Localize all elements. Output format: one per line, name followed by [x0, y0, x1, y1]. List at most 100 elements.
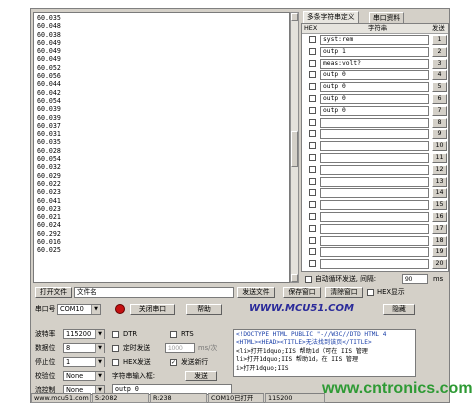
hex-checkbox[interactable] — [309, 236, 316, 244]
string-input-cell[interactable] — [320, 153, 429, 163]
chevron-down-icon: ▼ — [95, 344, 104, 353]
hex-checkbox[interactable] — [309, 106, 316, 114]
hex-checkbox[interactable] — [309, 154, 316, 161]
timed-send-checkbox[interactable] — [112, 345, 119, 352]
send-row-button[interactable]: 4 — [432, 70, 447, 81]
hex-checkbox[interactable] — [309, 118, 316, 126]
log-line: 60.025 — [37, 246, 61, 255]
timed-interval-input[interactable]: 1000 — [165, 343, 195, 353]
log-line: 60.054 — [37, 155, 61, 164]
send-row-button[interactable]: 14 — [432, 188, 447, 199]
send-row-button[interactable]: 2 — [432, 46, 447, 57]
send-button[interactable]: 发送 — [185, 371, 217, 381]
help-button[interactable]: 帮助 — [186, 304, 222, 315]
data-bits-label: 数据位 — [35, 344, 56, 352]
hex-checkbox[interactable] — [309, 177, 316, 185]
scroll-up-button[interactable] — [291, 13, 298, 21]
hex-checkbox[interactable] — [309, 224, 316, 232]
string-input-cell[interactable]: outp 0 — [320, 82, 429, 93]
string-input-cell[interactable] — [320, 259, 429, 270]
string-input-cell[interactable] — [320, 117, 429, 128]
send-row-button[interactable]: 11 — [432, 153, 447, 163]
scroll-down-button[interactable] — [291, 274, 298, 282]
send-row-button[interactable]: 20 — [432, 259, 447, 270]
send-file-button[interactable]: 发送文件 — [237, 287, 275, 298]
close-port-button[interactable]: 关闭串口 — [130, 304, 175, 315]
string-input-cell[interactable]: syst:rem — [320, 35, 429, 45]
hex-checkbox[interactable] — [309, 83, 316, 91]
receive-log[interactable]: 60.035 60.048 60.038 60.049 60.049 60.049 60.0… — [33, 12, 290, 283]
loop-send-checkbox[interactable] — [305, 276, 312, 283]
string-input-cell[interactable] — [320, 129, 429, 140]
send-row-button[interactable]: 16 — [432, 212, 447, 222]
loop-interval-input[interactable]: 90 — [402, 274, 428, 284]
send-row-button[interactable]: 12 — [432, 164, 447, 175]
string-input-cell[interactable]: outp 0 — [320, 70, 429, 81]
string-input-cell[interactable]: meas:volt? — [320, 58, 429, 69]
receive-log-scrollbar[interactable] — [290, 12, 299, 283]
string-row: outp 06 — [302, 94, 448, 104]
string-input-cell[interactable] — [320, 188, 429, 199]
hide-button[interactable]: 隐藏 — [383, 304, 415, 315]
send-row-button[interactable]: 6 — [432, 94, 447, 104]
hex-checkbox[interactable] — [309, 248, 316, 256]
port-status-icon — [115, 304, 125, 314]
tab-serial-info[interactable]: 串口资料 — [369, 12, 405, 23]
parity-select[interactable]: None ▼ — [63, 371, 105, 381]
string-input-cell[interactable]: outp 0 — [320, 105, 429, 116]
hex-send-label: HEX发送 — [123, 358, 151, 366]
hex-checkbox[interactable] — [309, 59, 316, 67]
hex-checkbox[interactable] — [309, 165, 316, 173]
tab-multi-string[interactable]: 多条字符串定义 — [303, 11, 359, 23]
save-window-button[interactable]: 保存窗口 — [283, 287, 321, 298]
send-newline-checkbox[interactable]: ✓ — [170, 359, 177, 366]
send-row-button[interactable]: 15 — [432, 200, 447, 211]
hex-checkbox[interactable] — [309, 142, 316, 150]
send-row-button[interactable]: 1 — [432, 35, 447, 45]
hex-checkbox[interactable] — [309, 260, 316, 268]
send-row-button[interactable]: 9 — [432, 129, 447, 140]
data-bits-select[interactable]: 8 ▼ — [63, 343, 105, 353]
string-input-cell[interactable] — [320, 176, 429, 187]
hex-checkbox[interactable] — [309, 95, 316, 102]
dtr-label: DTR — [123, 330, 138, 338]
string-input-cell[interactable] — [320, 247, 429, 258]
send-row-button[interactable]: 17 — [432, 223, 447, 234]
string-input-cell[interactable] — [320, 235, 429, 246]
send-row-button[interactable]: 10 — [432, 141, 447, 152]
baud-select[interactable]: 115200 ▼ — [63, 329, 105, 339]
hex-checkbox[interactable] — [309, 213, 316, 220]
string-input-cell[interactable] — [320, 200, 429, 211]
rts-checkbox[interactable] — [170, 331, 177, 338]
send-row-button[interactable]: 19 — [432, 247, 447, 258]
port-select[interactable]: COM10 ▼ — [57, 304, 101, 315]
hex-checkbox[interactable] — [309, 189, 316, 197]
hex-send-checkbox[interactable] — [112, 359, 119, 366]
hex-checkbox[interactable] — [309, 130, 316, 138]
dtr-checkbox[interactable] — [112, 331, 119, 338]
log-line: 60.041 — [37, 196, 61, 205]
send-row-button[interactable]: 18 — [432, 235, 447, 246]
open-file-button[interactable]: 打开文件 — [35, 287, 72, 298]
string-input-cell[interactable] — [320, 212, 429, 222]
send-row-button[interactable]: 7 — [432, 105, 447, 116]
send-row-button[interactable]: 5 — [432, 82, 447, 93]
string-input-cell[interactable]: outp 0 — [320, 94, 429, 104]
hex-checkbox[interactable] — [309, 71, 316, 79]
string-input-cell[interactable] — [320, 141, 429, 152]
scroll-thumb[interactable] — [291, 131, 298, 167]
hex-checkbox[interactable] — [309, 36, 316, 43]
string-input-cell[interactable]: outp 1 — [320, 46, 429, 57]
clear-window-button[interactable]: 清除窗口 — [325, 287, 363, 298]
filename-field[interactable]: 文件名 — [74, 287, 234, 298]
hex-display-checkbox[interactable] — [367, 289, 374, 296]
send-row-button[interactable]: 3 — [432, 58, 447, 69]
hex-checkbox[interactable] — [309, 201, 316, 209]
string-input-cell[interactable] — [320, 223, 429, 234]
send-row-button[interactable]: 8 — [432, 117, 447, 128]
send-row-button[interactable]: 13 — [432, 176, 447, 187]
html-preview-line: <HTML><HEAD><TITLE>无法找到该页</TITLE> — [236, 339, 372, 347]
stop-bits-select[interactable]: 1 ▼ — [63, 357, 105, 367]
hex-checkbox[interactable] — [309, 47, 316, 55]
string-input-cell[interactable] — [320, 164, 429, 175]
